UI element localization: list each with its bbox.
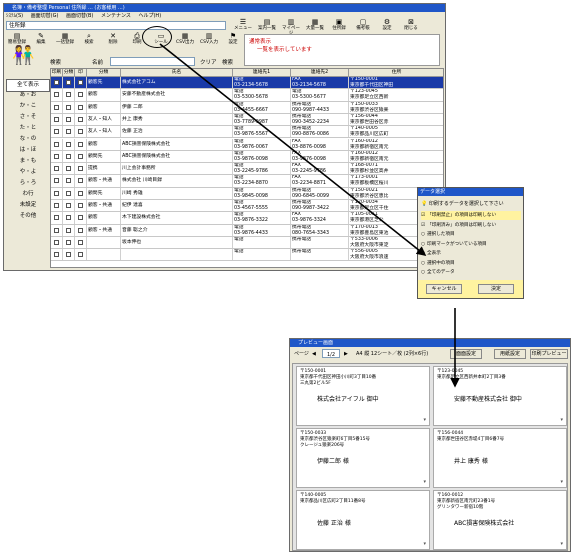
arrow-seal-to-dialog [159,43,427,256]
annotation-arrows [159,43,460,388]
